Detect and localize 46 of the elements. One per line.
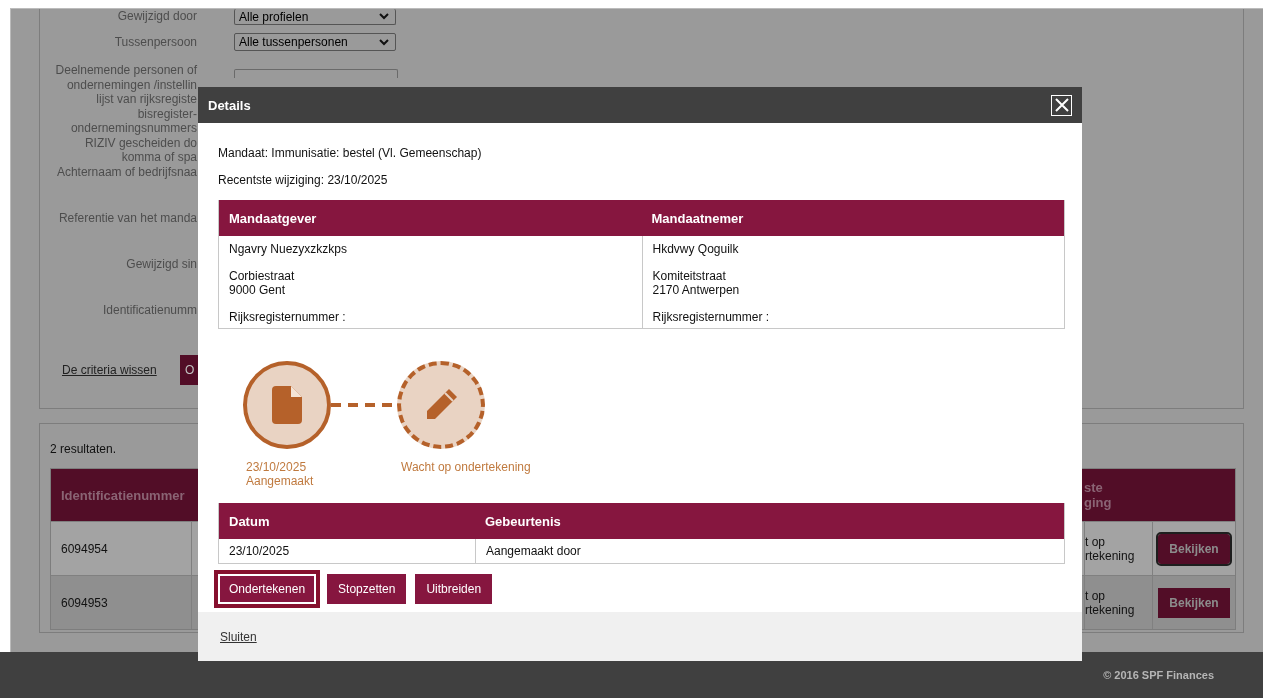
column-header: Datum <box>228 512 271 531</box>
field-label: Deelnemende personen of ondernemingen /instellin lijst van rijksregiste bisregister- ondernemingsnummers RIZIV gescheiden do komma of spa <box>54 63 197 165</box>
input-field[interactable] <box>234 69 398 78</box>
copyright-text: © 2016 SPF Finances <box>1103 669 1214 681</box>
field-label: Achternaam of bedrijfsnaa <box>55 164 197 180</box>
view-button[interactable]: Bekijken <box>1158 533 1230 564</box>
close-link[interactable]: Sluiten <box>220 629 257 644</box>
column-header: Mandaatgever <box>228 209 318 228</box>
party-address: Corbiestraat 9000 Gent <box>229 268 296 298</box>
column-header: ste ging <box>1084 479 1113 512</box>
dialog-title: Details <box>208 97 251 113</box>
chevron-down-icon <box>379 38 389 46</box>
field-label: Tussenpersoon <box>113 34 197 50</box>
result-count: 2 resultaten. <box>50 442 118 456</box>
chevron-down-icon <box>379 13 389 20</box>
table-cell: t op rtekening <box>1085 521 1153 575</box>
column-header: Mandaatnemer <box>650 209 745 228</box>
table-cell-text: 23/10/2025 <box>228 543 291 560</box>
step-label: Wacht op ondertekening <box>400 461 531 476</box>
close-button[interactable] <box>1051 94 1072 116</box>
field-label: Identificatienumm <box>101 302 197 318</box>
register-number-label: Rijksregisternummer : <box>652 309 771 324</box>
document-icon <box>272 386 302 424</box>
last-change-text: Recentste wijziging: 23/10/2025 <box>218 173 389 187</box>
table-cell: Aangemaakt door <box>475 539 1064 563</box>
field-label: Referentie van het manda <box>57 210 197 226</box>
dropdown[interactable]: Alle profielen <box>234 9 396 25</box>
field-label: Gewijzigd sin <box>125 256 197 272</box>
table-cell: 6094954 <box>51 521 192 575</box>
table-cell: 6094953 <box>51 575 192 629</box>
field-label: Gewijzigd door <box>116 9 197 24</box>
party-name: Ngavry Nuezyxzkzkps <box>229 242 349 257</box>
view-button[interactable]: Bekijken <box>1158 587 1230 618</box>
dropdown[interactable]: Alle tussenpersonen <box>234 33 396 51</box>
column-header: Gebeurtenis <box>484 512 562 531</box>
step-label: 23/10/2025 Aangemaakt <box>245 461 315 488</box>
party-name: Hkdvwy Qoguilk <box>652 242 740 257</box>
mandate-text: Mandaat: Immunisatie: bestel (Vl. Gemeenschap) <box>218 146 483 160</box>
register-number-label: Rijksregisternummer : <box>229 309 347 324</box>
action-button[interactable]: Stopzetten <box>327 574 407 604</box>
search-button[interactable]: O <box>180 355 198 385</box>
column-header: Identificatienummer <box>60 486 186 505</box>
table-cell: t op rtekening <box>1085 575 1153 629</box>
clear-criteria-link[interactable]: De criteria wissen <box>62 363 157 377</box>
action-button[interactable]: Uitbreiden <box>415 574 493 604</box>
party-address: Komiteitstraat 2170 Antwerpen <box>652 268 741 298</box>
